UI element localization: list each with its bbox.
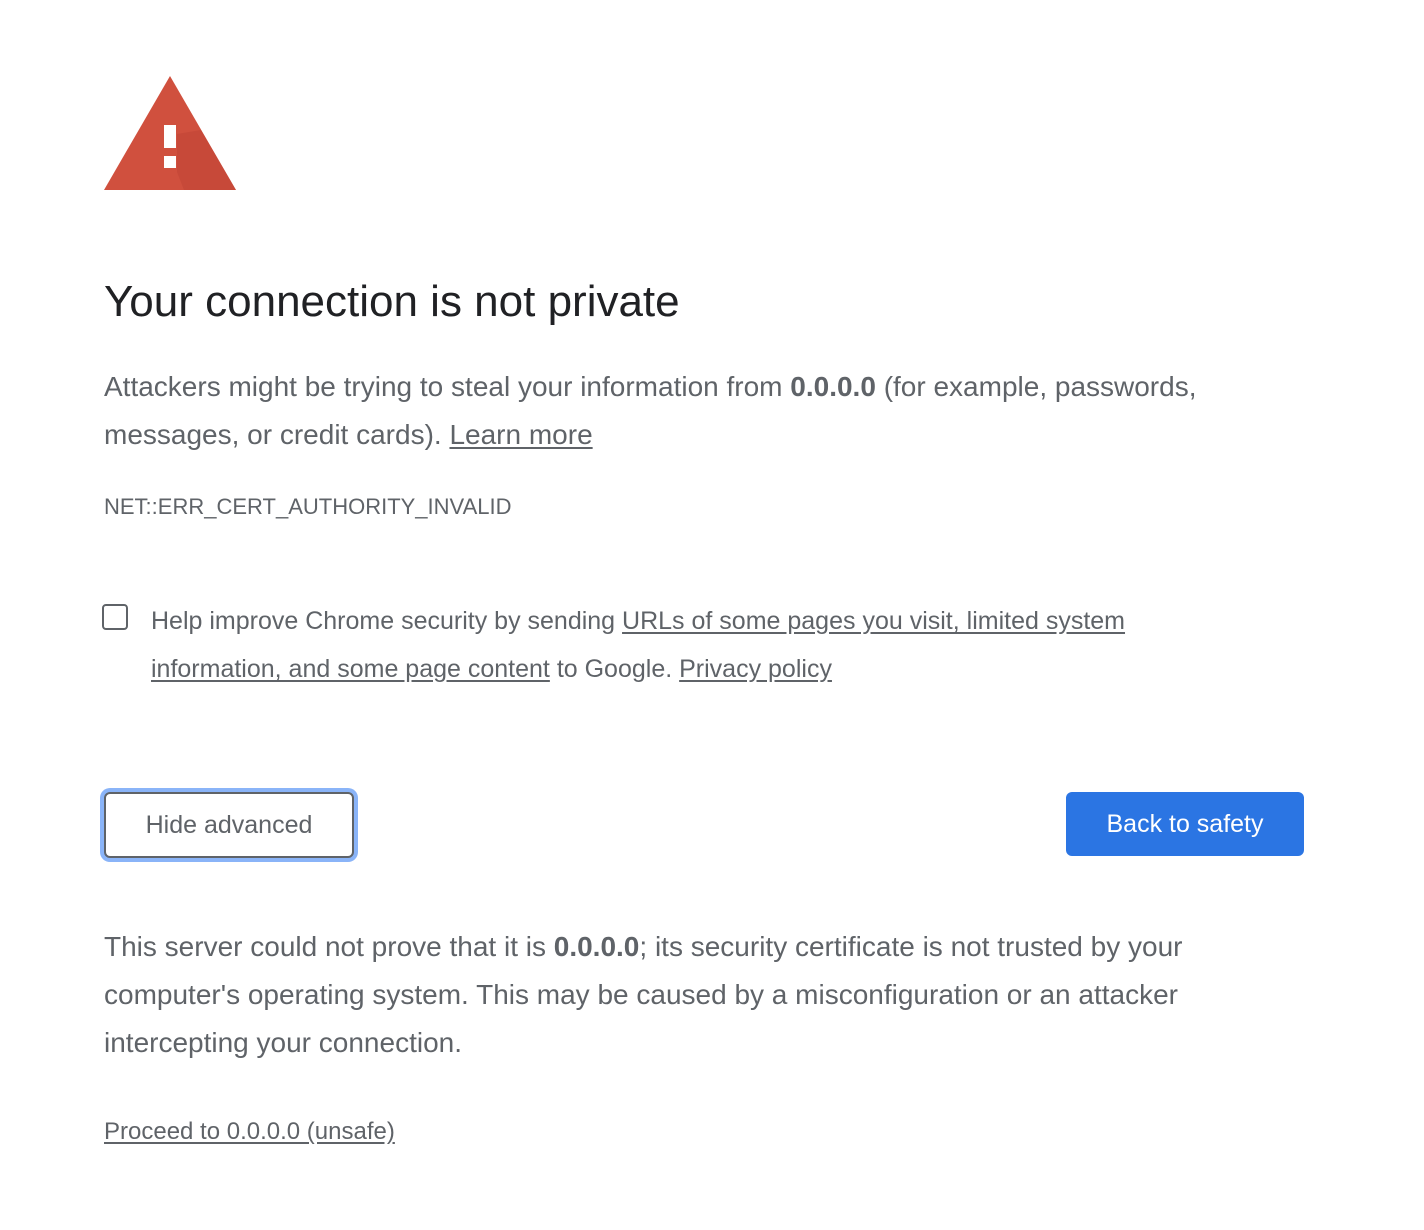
learn-more-link[interactable]: Learn more bbox=[449, 419, 592, 450]
optin-middle: to Google. bbox=[549, 655, 680, 683]
proceed-paragraph: Proceed to 0.0.0.0 (unsafe) bbox=[104, 1115, 395, 1149]
back-to-safety-button[interactable]: Back to safety bbox=[1066, 792, 1304, 856]
optin-checkbox[interactable] bbox=[102, 604, 128, 630]
details-host: 0.0.0.0 bbox=[553, 931, 640, 962]
details-prefix: This server could not prove that it is bbox=[104, 931, 554, 962]
page-title: Your connection is not private bbox=[104, 277, 680, 326]
warning-triangle-icon bbox=[104, 76, 236, 190]
privacy-policy-link[interactable]: Privacy policy bbox=[679, 655, 832, 683]
main-message-host: 0.0.0.0 bbox=[790, 371, 876, 402]
main-message: Attackers might be trying to steal your … bbox=[104, 363, 1284, 459]
optin-prefix: Help improve Chrome security by sending bbox=[151, 607, 623, 635]
optin-label: Help improve Chrome security by sending … bbox=[151, 597, 1261, 693]
main-message-prefix: Attackers might be trying to steal your … bbox=[104, 371, 791, 402]
error-code: NET::ERR_CERT_AUTHORITY_INVALID bbox=[104, 494, 512, 519]
hide-advanced-button[interactable]: Hide advanced bbox=[104, 792, 354, 858]
details-message: This server could not prove that it is 0… bbox=[104, 923, 1284, 1067]
proceed-unsafe-link[interactable]: Proceed to 0.0.0.0 (unsafe) bbox=[104, 1118, 395, 1145]
